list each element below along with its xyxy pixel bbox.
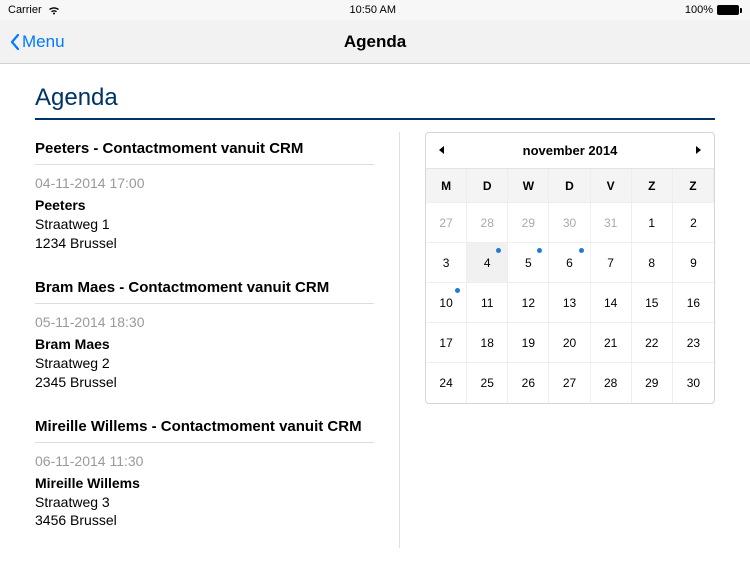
calendar-day[interactable]: 18 — [467, 323, 508, 363]
battery-icon — [717, 5, 742, 15]
calendar-day[interactable]: 22 — [632, 323, 673, 363]
back-button[interactable]: Menu — [0, 32, 65, 52]
agenda-item[interactable]: Peeters - Contactmoment vanuit CRM 04-11-… — [35, 132, 374, 271]
event-dot-icon — [537, 248, 542, 253]
calendar-day[interactable]: 29 — [508, 203, 549, 243]
calendar-day[interactable]: 4 — [467, 243, 508, 283]
battery-percent: 100% — [685, 4, 713, 16]
calendar-day[interactable]: 31 — [591, 203, 632, 243]
agenda-item-title: Mireille Willems - Contactmoment vanuit … — [35, 418, 374, 443]
calendar-day[interactable]: 1 — [632, 203, 673, 243]
agenda-list: Peeters - Contactmoment vanuit CRM 04-11-… — [35, 132, 400, 548]
calendar-day[interactable]: 26 — [508, 363, 549, 403]
event-dot-icon — [579, 248, 584, 253]
calendar-day[interactable]: 20 — [549, 323, 590, 363]
calendar-day[interactable]: 25 — [467, 363, 508, 403]
calendar-dow: Z — [632, 169, 673, 203]
status-bar: Carrier 10:50 AM 100% — [0, 0, 750, 20]
agenda-item-title: Peeters - Contactmoment vanuit CRM — [35, 140, 374, 165]
calendar-day[interactable]: 16 — [673, 283, 714, 323]
calendar-day[interactable]: 21 — [591, 323, 632, 363]
nav-bar: Menu Agenda — [0, 20, 750, 64]
calendar-day[interactable]: 3 — [426, 243, 467, 283]
agenda-item-datetime: 05-11-2014 18:30 — [35, 314, 374, 330]
calendar-day[interactable]: 6 — [549, 243, 590, 283]
agenda-item-datetime: 06-11-2014 11:30 — [35, 453, 374, 469]
arrow-left-icon — [436, 144, 448, 156]
status-time: 10:50 AM — [350, 4, 396, 16]
calendar-dow: M — [426, 169, 467, 203]
agenda-item-address: Straatweg 22345 Brussel — [35, 354, 374, 392]
back-label: Menu — [22, 32, 65, 52]
calendar-day[interactable]: 10 — [426, 283, 467, 323]
agenda-item-datetime: 04-11-2014 17:00 — [35, 175, 374, 191]
wifi-icon — [47, 5, 61, 15]
calendar-day[interactable]: 30 — [673, 363, 714, 403]
calendar-day[interactable]: 12 — [508, 283, 549, 323]
calendar-day[interactable]: 27 — [426, 203, 467, 243]
calendar-dow: D — [467, 169, 508, 203]
agenda-item-name: Mireille Willems — [35, 475, 374, 491]
page-title: Agenda — [35, 84, 715, 120]
calendar-day[interactable]: 27 — [549, 363, 590, 403]
chevron-left-icon — [8, 32, 22, 52]
calendar-day[interactable]: 28 — [591, 363, 632, 403]
calendar-day[interactable]: 30 — [549, 203, 590, 243]
calendar-day[interactable]: 19 — [508, 323, 549, 363]
carrier-label: Carrier — [8, 4, 42, 16]
calendar-day[interactable]: 9 — [673, 243, 714, 283]
agenda-item-name: Peeters — [35, 197, 374, 213]
calendar-day[interactable]: 29 — [632, 363, 673, 403]
agenda-item-name: Bram Maes — [35, 336, 374, 352]
calendar-day[interactable]: 28 — [467, 203, 508, 243]
calendar-day[interactable]: 14 — [591, 283, 632, 323]
calendar-dow: W — [508, 169, 549, 203]
event-dot-icon — [496, 248, 501, 253]
calendar-day[interactable]: 11 — [467, 283, 508, 323]
calendar-day[interactable]: 5 — [508, 243, 549, 283]
agenda-item-address: Straatweg 33456 Brussel — [35, 493, 374, 531]
calendar-day[interactable]: 15 — [632, 283, 673, 323]
calendar-dow: Z — [673, 169, 714, 203]
calendar: november 2014 MDWDVZZ2728293031123456789… — [425, 132, 715, 404]
agenda-item[interactable]: Bram Maes - Contactmoment vanuit CRM 05-1… — [35, 271, 374, 410]
calendar-day[interactable]: 17 — [426, 323, 467, 363]
prev-month-button[interactable] — [436, 143, 448, 159]
calendar-day[interactable]: 2 — [673, 203, 714, 243]
agenda-item-address: Straatweg 11234 Brussel — [35, 215, 374, 253]
nav-title: Agenda — [0, 32, 750, 52]
calendar-day[interactable]: 8 — [632, 243, 673, 283]
calendar-day[interactable]: 24 — [426, 363, 467, 403]
calendar-day[interactable]: 13 — [549, 283, 590, 323]
calendar-month-label: november 2014 — [523, 143, 618, 158]
calendar-day[interactable]: 23 — [673, 323, 714, 363]
arrow-right-icon — [692, 144, 704, 156]
event-dot-icon — [455, 288, 460, 293]
agenda-item-title: Bram Maes - Contactmoment vanuit CRM — [35, 279, 374, 304]
agenda-item[interactable]: Mireille Willems - Contactmoment vanuit … — [35, 410, 374, 549]
calendar-dow: V — [591, 169, 632, 203]
calendar-day[interactable]: 7 — [591, 243, 632, 283]
next-month-button[interactable] — [692, 143, 704, 159]
calendar-dow: D — [549, 169, 590, 203]
